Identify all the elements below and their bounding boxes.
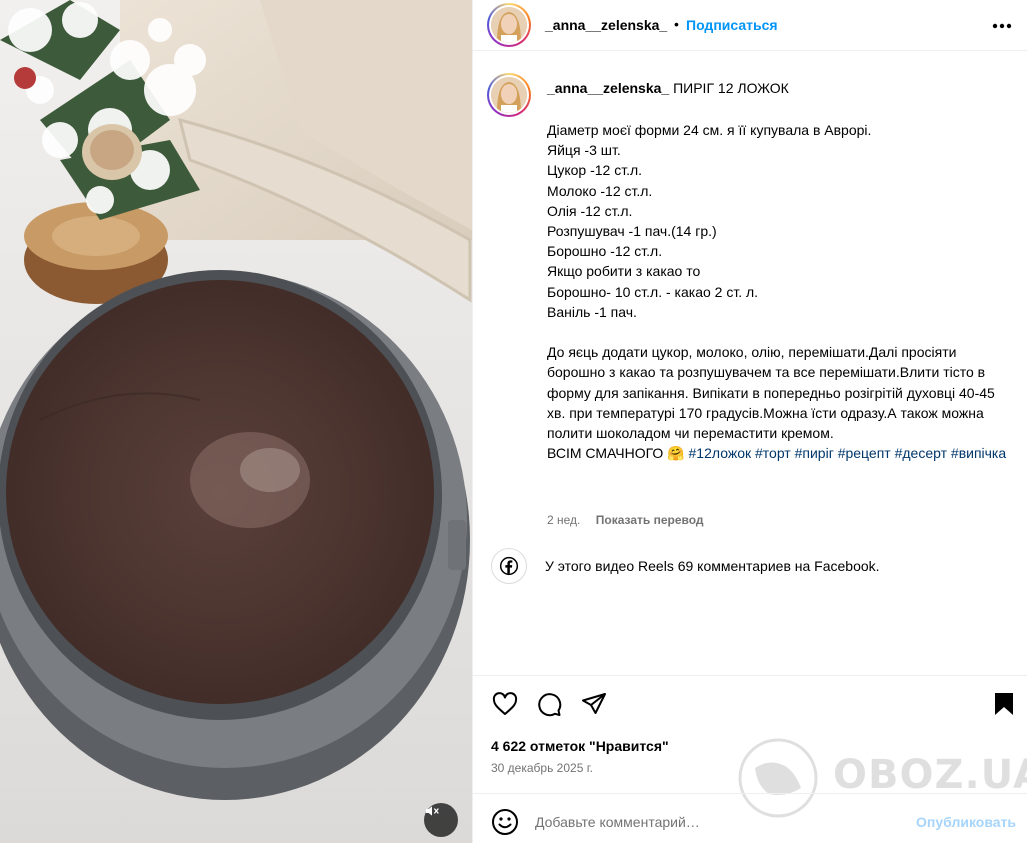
hashtag-link[interactable]: #рецепт — [838, 445, 891, 461]
post-header: _anna__zelenska_ • Подписаться — [473, 0, 1027, 51]
caption-line: Діаметр моєї форми 24 см. я її купувала … — [547, 122, 872, 138]
caption-body: Діаметр моєї форми 24 см. я її купувала … — [547, 120, 1007, 463]
comment-button[interactable] — [535, 690, 563, 718]
caption-line: Молоко -12 ст.л. — [547, 182, 653, 199]
hashtag-link[interactable]: #пиріг — [795, 445, 834, 461]
caption-line: Борошно -12 ст.л. — [547, 243, 663, 260]
caption-heading: _anna__zelenska_ ПИРІГ 12 ЛОЖОК — [547, 80, 789, 96]
post-details-panel: _anna__zelenska_ • Подписаться _anna__ze… — [472, 0, 1027, 843]
heart-icon — [492, 692, 518, 715]
hashtag-link[interactable]: #торт — [755, 445, 791, 461]
comment-composer: Опубликовать — [473, 793, 1027, 843]
author-username[interactable]: _anna__zelenska_ — [545, 17, 667, 33]
show-translation-button[interactable]: Показать перевод — [596, 513, 704, 527]
facebook-icon — [499, 556, 519, 576]
caption-line: Цукор -12 ст.л. — [547, 162, 643, 179]
caption-line: Ваніль -1 пач. — [547, 303, 637, 320]
emoji-icon — [492, 809, 518, 835]
author-avatar[interactable] — [487, 3, 531, 47]
post-media-video[interactable] — [0, 0, 472, 843]
caption-meta: 2 нед. Показать перевод — [547, 513, 704, 527]
likes-count[interactable]: 4 622 отметок "Нравится" — [491, 738, 669, 754]
more-horizontal-icon — [992, 23, 1012, 29]
facebook-badge — [491, 548, 527, 584]
separator-dot: • — [674, 16, 679, 32]
caption-line: Борошно- 10 ст.л. - какао 2 ст. л. — [547, 283, 759, 300]
caption-ending-line: ВСІМ СМАЧНОГО 🤗 #12ложок #торт #пиріг #р… — [547, 443, 1007, 463]
hashtag-link[interactable]: #випічка — [951, 445, 1006, 461]
actions-divider — [473, 675, 1027, 676]
post-age[interactable]: 2 нед. — [547, 513, 580, 527]
caption-line: Якщо робити з какао то — [547, 263, 701, 280]
watermark-text: OBOZ.UA — [833, 752, 1027, 798]
share-icon — [582, 693, 606, 714]
bookmark-icon — [995, 693, 1013, 715]
caption-username[interactable]: _anna__zelenska_ — [547, 80, 669, 96]
like-button[interactable] — [491, 690, 519, 718]
save-button[interactable] — [990, 690, 1018, 718]
avatar-portrait — [491, 77, 527, 113]
caption-line: Олія -12 ст.л. — [547, 202, 633, 219]
post-date[interactable]: 30 декабрь 2025 г. — [491, 761, 593, 775]
more-options-button[interactable] — [990, 14, 1014, 38]
post-actions-bar — [491, 690, 1017, 718]
hashtag-link[interactable]: #десерт — [895, 445, 947, 461]
caption-paragraph: До яєць додати цукор, молоко, олію, пере… — [547, 344, 999, 442]
hashtag-link[interactable]: #12ложок — [689, 445, 752, 461]
comment-input[interactable] — [535, 810, 905, 834]
facebook-comments-text: У этого видео Reels 69 комментариев на F… — [545, 558, 880, 574]
facebook-comments-row[interactable]: У этого видео Reels 69 комментариев на F… — [491, 548, 1011, 584]
follow-button[interactable]: Подписаться — [686, 17, 778, 33]
caption-line: Яйця -3 шт. — [547, 142, 621, 159]
mute-button[interactable] — [424, 803, 458, 837]
share-button[interactable] — [580, 690, 608, 718]
caption-line: Розпушувач -1 пач.(14 гр.) — [547, 223, 717, 240]
muted-speaker-icon — [426, 806, 439, 816]
avatar-portrait — [491, 7, 527, 43]
cake-photo — [0, 0, 472, 843]
caption-ending: ВСІМ СМАЧНОГО 🤗 — [547, 445, 685, 462]
caption-author-avatar[interactable] — [487, 73, 531, 117]
publish-button[interactable]: Опубликовать — [916, 814, 1016, 830]
comment-icon — [538, 693, 562, 717]
emoji-button[interactable] — [491, 808, 519, 836]
caption-title-text: ПИРІГ 12 ЛОЖОК — [673, 80, 789, 96]
